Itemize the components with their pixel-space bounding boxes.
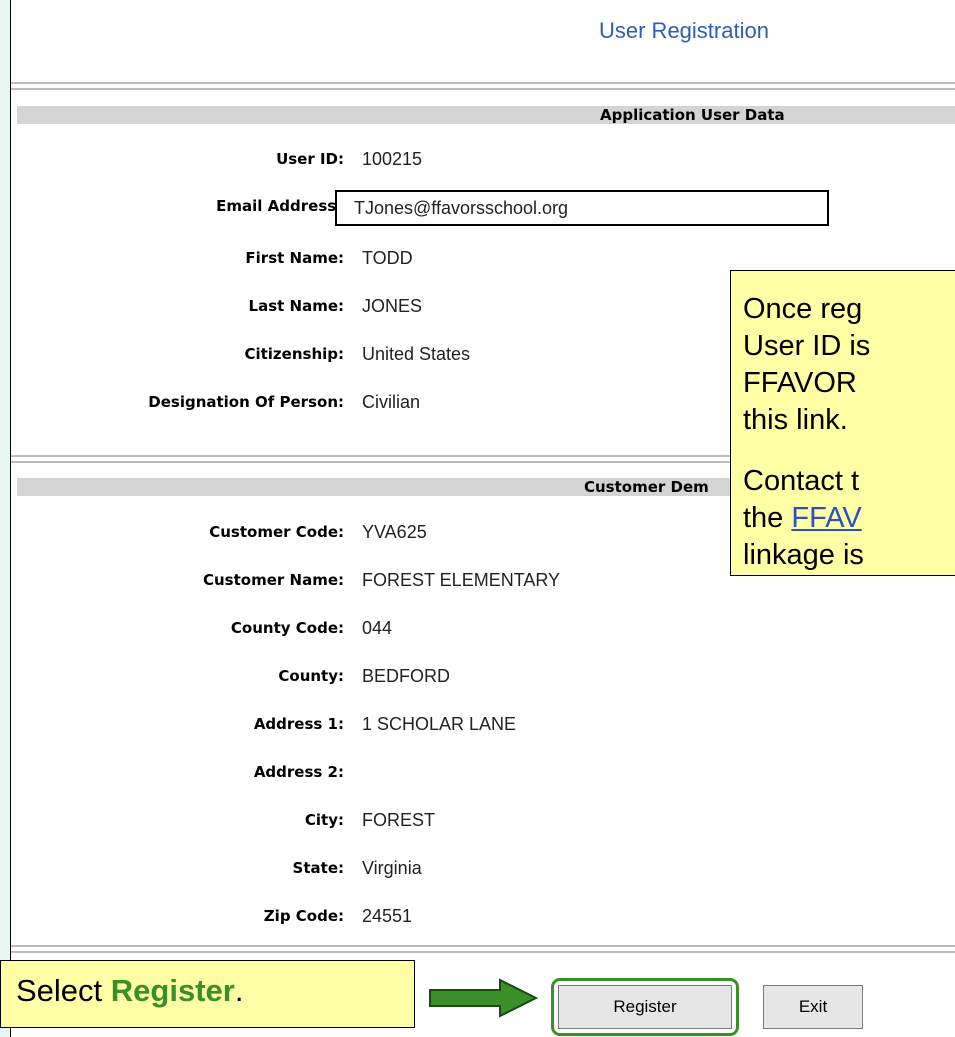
field-state: State: Virginia bbox=[11, 855, 955, 885]
info-callout: Once reg User ID is FFAVOR this link. Co… bbox=[730, 270, 955, 576]
county-code-value: 044 bbox=[362, 618, 393, 638]
designation-label: Designation Of Person: bbox=[148, 393, 344, 411]
user-id-label: User ID: bbox=[276, 150, 344, 168]
field-user-id: User ID: 100215 bbox=[11, 146, 955, 176]
address1-value: 1 SCHOLAR LANE bbox=[362, 714, 517, 734]
instruction-callout: Select Register. bbox=[0, 960, 415, 1028]
field-address2: Address 2: bbox=[11, 759, 955, 789]
city-label: City: bbox=[304, 811, 344, 829]
field-county-code: County Code: 044 bbox=[11, 615, 955, 645]
field-address1: Address 1: 1 SCHOLAR LANE bbox=[11, 711, 955, 741]
customer-name-label: Customer Name: bbox=[203, 571, 344, 589]
user-id-value: 100215 bbox=[362, 149, 423, 169]
customer-code-label: Customer Code: bbox=[209, 523, 344, 541]
city-value: FOREST bbox=[362, 810, 436, 830]
county-code-label: County Code: bbox=[230, 619, 344, 637]
divider bbox=[11, 82, 955, 90]
first-name-label: First Name: bbox=[245, 249, 344, 267]
zip-label: Zip Code: bbox=[263, 907, 344, 925]
state-label: State: bbox=[292, 859, 344, 877]
state-value: Virginia bbox=[362, 858, 422, 878]
citizenship-value: United States bbox=[362, 344, 471, 364]
address1-label: Address 1: bbox=[253, 715, 344, 733]
first-name-value: TODD bbox=[362, 248, 413, 268]
field-zip: Zip Code: 24551 bbox=[11, 903, 955, 933]
last-name-value: JONES bbox=[362, 296, 423, 316]
email-label: Email Address" bbox=[216, 197, 344, 215]
field-email: Email Address" bbox=[11, 190, 955, 226]
county-value: BEDFORD bbox=[362, 666, 451, 686]
exit-button[interactable]: Exit bbox=[763, 985, 863, 1029]
zip-value: 24551 bbox=[362, 906, 413, 926]
section-header-user: Application User Data bbox=[17, 106, 955, 124]
designation-value: Civilian bbox=[362, 392, 421, 412]
email-field[interactable] bbox=[335, 190, 829, 226]
customer-code-value: YVA625 bbox=[362, 522, 427, 542]
field-city: City: FOREST bbox=[11, 807, 955, 837]
last-name-label: Last Name: bbox=[248, 297, 344, 315]
field-county: County: BEDFORD bbox=[11, 663, 955, 693]
ffavors-link[interactable]: FFAV bbox=[791, 502, 861, 534]
address2-label: Address 2: bbox=[253, 763, 344, 781]
divider bbox=[11, 945, 955, 953]
register-button[interactable]: Register bbox=[558, 985, 732, 1029]
arrow-right-icon bbox=[429, 978, 539, 1018]
customer-name-value: FOREST ELEMENTARY bbox=[362, 570, 561, 590]
citizenship-label: Citizenship: bbox=[244, 345, 344, 363]
county-label: County: bbox=[278, 667, 344, 685]
